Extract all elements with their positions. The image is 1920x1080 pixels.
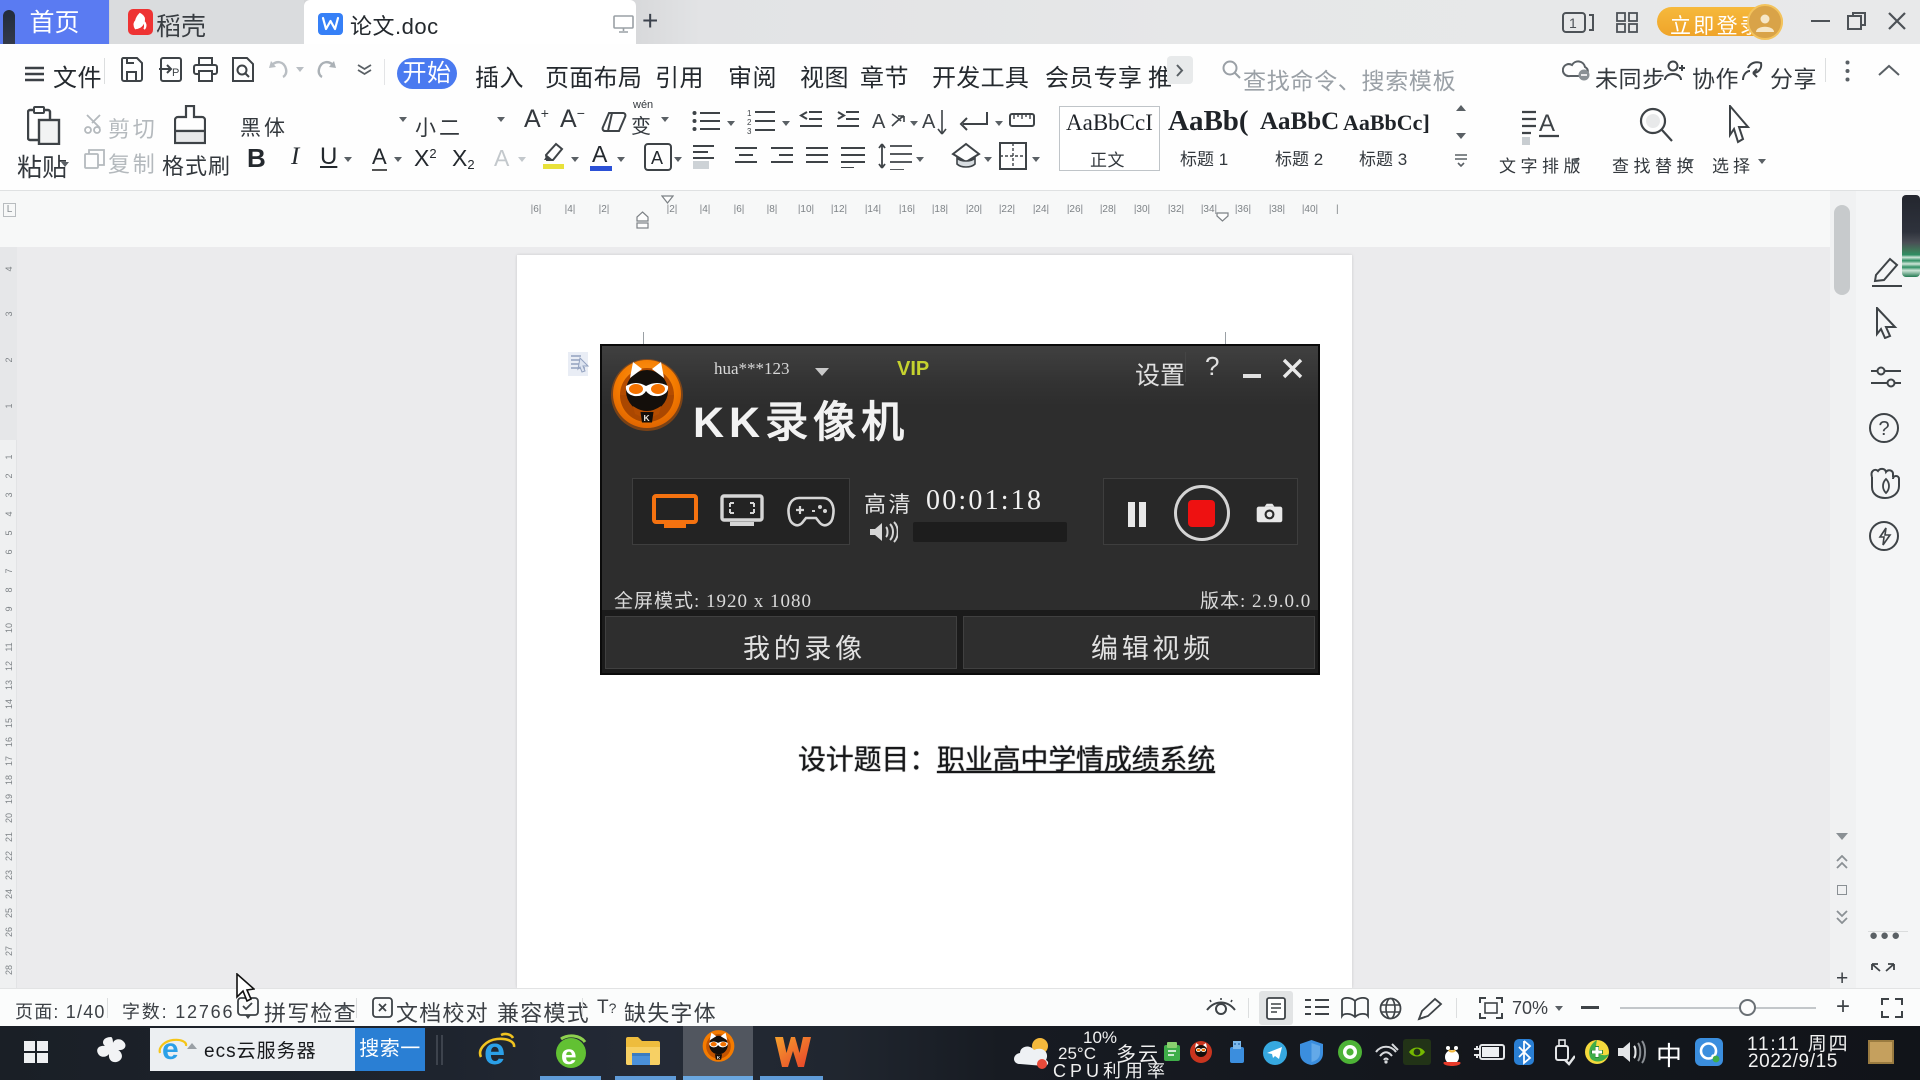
svg-text:1: 1 xyxy=(747,109,752,118)
svg-text:P: P xyxy=(172,67,179,79)
svg-text:K: K xyxy=(717,1055,721,1061)
svg-text:e: e xyxy=(162,1033,179,1065)
svg-text:e: e xyxy=(484,1031,505,1071)
svg-text:K: K xyxy=(644,413,651,423)
svg-text:A: A xyxy=(922,111,936,133)
svg-text:2: 2 xyxy=(747,118,752,127)
svg-text:A: A xyxy=(651,148,663,168)
svg-text:A: A xyxy=(1539,110,1555,137)
svg-text:e: e xyxy=(561,1039,577,1070)
svg-text:1: 1 xyxy=(1569,15,1577,31)
svg-text:A: A xyxy=(872,111,886,133)
svg-text:3: 3 xyxy=(747,127,752,134)
